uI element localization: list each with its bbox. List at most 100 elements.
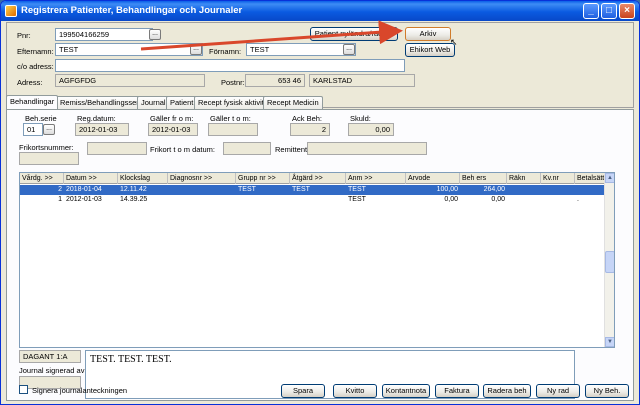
remittent-label: Remittent: bbox=[275, 145, 310, 154]
grid-col-header[interactable]: Diagnosnr >> bbox=[168, 173, 236, 184]
tab-behandlingar[interactable]: Behandlingar bbox=[6, 95, 59, 109]
skuld-field: 0,00 bbox=[348, 123, 394, 136]
grid-scrollbar[interactable]: ▲ ▼ bbox=[604, 173, 614, 347]
postnr-label: Postnr: bbox=[221, 78, 245, 87]
behserie-lookup-button[interactable]: ... bbox=[43, 124, 55, 135]
tab-recept-medicin[interactable]: Recept Medicin bbox=[263, 96, 323, 109]
co-input[interactable] bbox=[55, 59, 405, 72]
kontantnota-button[interactable]: Kontantnota bbox=[382, 384, 430, 398]
table-cell bbox=[507, 195, 541, 205]
table-cell: 2018-01-04 bbox=[66, 186, 102, 193]
frikort-field bbox=[19, 152, 79, 165]
table-cell bbox=[168, 195, 236, 205]
regdatum-field: 2012-01-03 bbox=[75, 123, 129, 136]
title-bar[interactable]: Registrera Patienter, Behandlingar och J… bbox=[1, 1, 639, 21]
grid-col-header[interactable]: Beh ers bbox=[460, 173, 507, 184]
postnr-field: 653 46 bbox=[245, 74, 305, 87]
ehikort-web-button[interactable]: Ehikort Web bbox=[405, 43, 455, 57]
table-cell bbox=[507, 185, 541, 195]
dagant-field: DAGANT 1:A bbox=[19, 350, 81, 363]
faktura-button[interactable]: Faktura bbox=[435, 384, 479, 398]
pnr-label: Pnr: bbox=[17, 31, 31, 40]
tab-journal[interactable]: Journal bbox=[137, 96, 170, 109]
grid-col-header[interactable]: Grupp nr >> bbox=[236, 173, 290, 184]
table-row[interactable]: 2 2018-01-04 12.11.42 TEST TEST TEST 100,00 264… bbox=[20, 185, 605, 195]
table-cell: . bbox=[577, 196, 579, 203]
table-cell: 2 bbox=[58, 186, 62, 193]
patient-edit-button[interactable]: Patient ny/ändra/radera bbox=[310, 27, 398, 41]
behserie-input[interactable]: 01 bbox=[23, 123, 43, 136]
grid-col-header[interactable]: Åtgärd >> bbox=[290, 173, 346, 184]
main-window: Registrera Patienter, Behandlingar och J… bbox=[0, 0, 640, 405]
frikort-number-input[interactable] bbox=[87, 142, 147, 155]
kvitto-button[interactable]: Kvitto bbox=[333, 384, 377, 398]
spara-button[interactable]: Spara bbox=[281, 384, 325, 398]
table-cell: TEST bbox=[238, 186, 256, 193]
frikort-tom-label: Frikort t o m datum: bbox=[150, 145, 216, 154]
frikort-tom-field bbox=[223, 142, 271, 155]
table-cell bbox=[541, 185, 575, 195]
sign-checkbox-label: Signera journalanteckningen bbox=[32, 386, 128, 395]
treatment-grid: Vårdg. >> Datum >> Klockslag Diagnosnr >> Gr… bbox=[19, 172, 615, 348]
ny-beh-button[interactable]: Ny Beh. bbox=[585, 384, 629, 398]
fornamn-lookup-button[interactable]: ... bbox=[343, 44, 355, 55]
skuld-label: Skuld: bbox=[350, 114, 371, 123]
fornamn-input[interactable]: TEST bbox=[246, 43, 356, 56]
galler-from-label: Gäller fr o m: bbox=[150, 114, 194, 123]
table-cell: 0,00 bbox=[491, 196, 505, 203]
table-cell bbox=[236, 195, 290, 205]
grid-col-header[interactable]: Datum >> bbox=[64, 173, 118, 184]
minimize-button[interactable]: _ bbox=[583, 3, 599, 19]
close-button[interactable]: × bbox=[619, 3, 635, 19]
table-cell: TEST bbox=[348, 196, 366, 203]
radera-beh-button[interactable]: Radera beh bbox=[483, 384, 531, 398]
adress-label: Adress: bbox=[17, 78, 43, 87]
grid-col-header[interactable]: Räkn bbox=[507, 173, 541, 184]
pnr-lookup-button[interactable]: ... bbox=[149, 29, 161, 40]
ackbeh-label: Ack Beh: bbox=[292, 114, 323, 123]
table-cell: 2012-01-03 bbox=[66, 196, 102, 203]
scroll-down-icon[interactable]: ▼ bbox=[605, 337, 614, 347]
fornamn-label: Förnamn: bbox=[209, 47, 242, 56]
grid-col-header[interactable]: Arvode bbox=[406, 173, 460, 184]
table-row[interactable]: 1 2012-01-03 14.39.25 TEST 0,00 0,00. bbox=[20, 195, 605, 205]
table-cell: TEST bbox=[348, 186, 366, 193]
tab-patient[interactable]: Patient bbox=[166, 96, 198, 109]
grid-col-header[interactable]: Kv.nr bbox=[541, 173, 575, 184]
galler-from-field: 2012-01-03 bbox=[148, 123, 198, 136]
scroll-thumb[interactable] bbox=[605, 251, 614, 273]
grid-col-header[interactable]: Klockslag bbox=[118, 173, 168, 184]
table-cell bbox=[290, 195, 346, 205]
adress-field: AGFGFDG bbox=[55, 74, 205, 87]
grid-col-header[interactable]: Anm >> bbox=[346, 173, 406, 184]
grid-col-header[interactable]: Betalsätt bbox=[575, 173, 605, 184]
efternamn-label: Efternamn: bbox=[17, 47, 54, 56]
frikort-label: Frikortsnummer: bbox=[19, 143, 74, 152]
table-cell bbox=[575, 185, 605, 195]
arkiv-button[interactable]: Arkiv bbox=[405, 27, 451, 41]
app-icon bbox=[5, 5, 17, 17]
behserie-label: Beh.serie bbox=[25, 114, 57, 123]
sign-checkbox[interactable] bbox=[19, 385, 28, 394]
co-label: c/o adress: bbox=[17, 62, 54, 71]
grid-col-header[interactable]: Vårdg. >> bbox=[20, 173, 64, 184]
window-content: Pnr: 199504166259 ... Efternamn: TEST ..… bbox=[4, 21, 636, 403]
table-cell: TEST bbox=[292, 186, 310, 193]
efternamn-input[interactable]: TEST bbox=[55, 43, 203, 56]
window-title: Registrera Patienter, Behandlingar och J… bbox=[21, 5, 243, 16]
galler-tom-field bbox=[208, 123, 258, 136]
efternamn-lookup-button[interactable]: ... bbox=[190, 44, 202, 55]
pnr-input[interactable]: 199504166259 bbox=[55, 28, 153, 41]
table-cell: 100,00 bbox=[436, 186, 458, 193]
scroll-up-icon[interactable]: ▲ bbox=[605, 173, 614, 183]
signerad-label: Journal signerad av: bbox=[19, 366, 87, 375]
table-cell: 0,00 bbox=[444, 196, 458, 203]
remittent-field bbox=[307, 142, 427, 155]
table-cell bbox=[541, 195, 575, 205]
ackbeh-field: 2 bbox=[290, 123, 330, 136]
maximize-button[interactable]: □ bbox=[601, 3, 617, 19]
ny-rad-button[interactable]: Ny rad bbox=[536, 384, 580, 398]
tab-remiss[interactable]: Remiss/Behandlingsserie bbox=[56, 96, 149, 109]
table-cell: 14.39.25 bbox=[120, 196, 148, 203]
table-cell: 1 bbox=[58, 196, 62, 203]
